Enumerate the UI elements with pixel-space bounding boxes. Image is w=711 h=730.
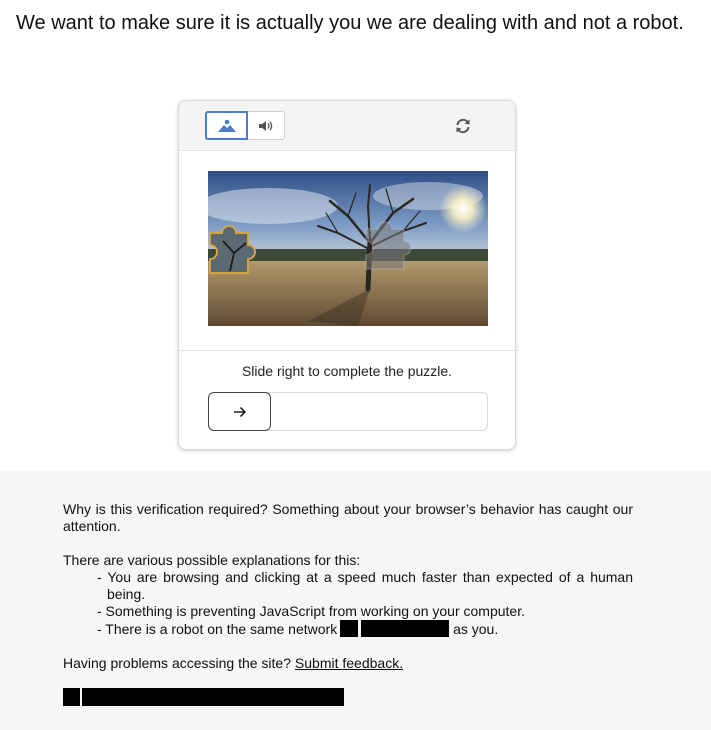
explanations-intro: There are various possible explanations …	[63, 552, 361, 568]
redaction-box	[361, 620, 450, 637]
puzzle-piece-target	[365, 221, 412, 270]
image-icon	[217, 119, 236, 132]
slider-track[interactable]	[208, 392, 488, 431]
info-section: Why is this verification required? Somet…	[0, 471, 711, 730]
redaction-box	[63, 688, 80, 706]
info-content: Why is this verification required? Somet…	[63, 501, 633, 706]
explanations-list: - You are browsing and clicking at a spe…	[63, 569, 633, 638]
captcha-widget: Slide right to complete the puzzle.	[178, 100, 516, 450]
puzzle-piece-draggable	[209, 225, 256, 274]
refresh-button[interactable]	[453, 116, 473, 136]
arrow-right-icon	[233, 406, 246, 417]
speaker-icon	[259, 120, 273, 131]
network-suffix: as you.	[453, 621, 499, 637]
explanation-text: - There is a robot on the same network	[97, 621, 338, 637]
refresh-icon	[456, 118, 470, 134]
captcha-mode-switch	[205, 111, 285, 140]
explanation-item: - Something is preventing JavaScript fro…	[97, 603, 525, 619]
slider-handle[interactable]	[208, 392, 271, 431]
problems-text: Having problems accessing the site? Subm…	[63, 655, 633, 672]
puzzle-area	[179, 151, 515, 351]
audio-mode-button[interactable]	[248, 111, 285, 140]
explanation-item: - There is a robot on the same network a…	[97, 620, 633, 638]
submit-feedback-link[interactable]: Submit feedback.	[295, 655, 403, 671]
why-text: Why is this verification required? Somet…	[63, 501, 633, 534]
redaction-box	[340, 620, 359, 637]
problems-prefix: Having problems accessing the site?	[63, 655, 292, 671]
page-headline: We want to make sure it is actually you …	[16, 12, 684, 34]
redaction-bar	[63, 688, 344, 706]
captcha-header	[179, 101, 515, 151]
explanation-item: - You are browsing and clicking at a spe…	[97, 569, 633, 602]
puzzle-image	[208, 171, 488, 326]
puzzle-instruction: Slide right to complete the puzzle.	[241, 363, 453, 379]
redaction-box	[82, 688, 344, 706]
image-mode-button[interactable]	[205, 111, 248, 140]
